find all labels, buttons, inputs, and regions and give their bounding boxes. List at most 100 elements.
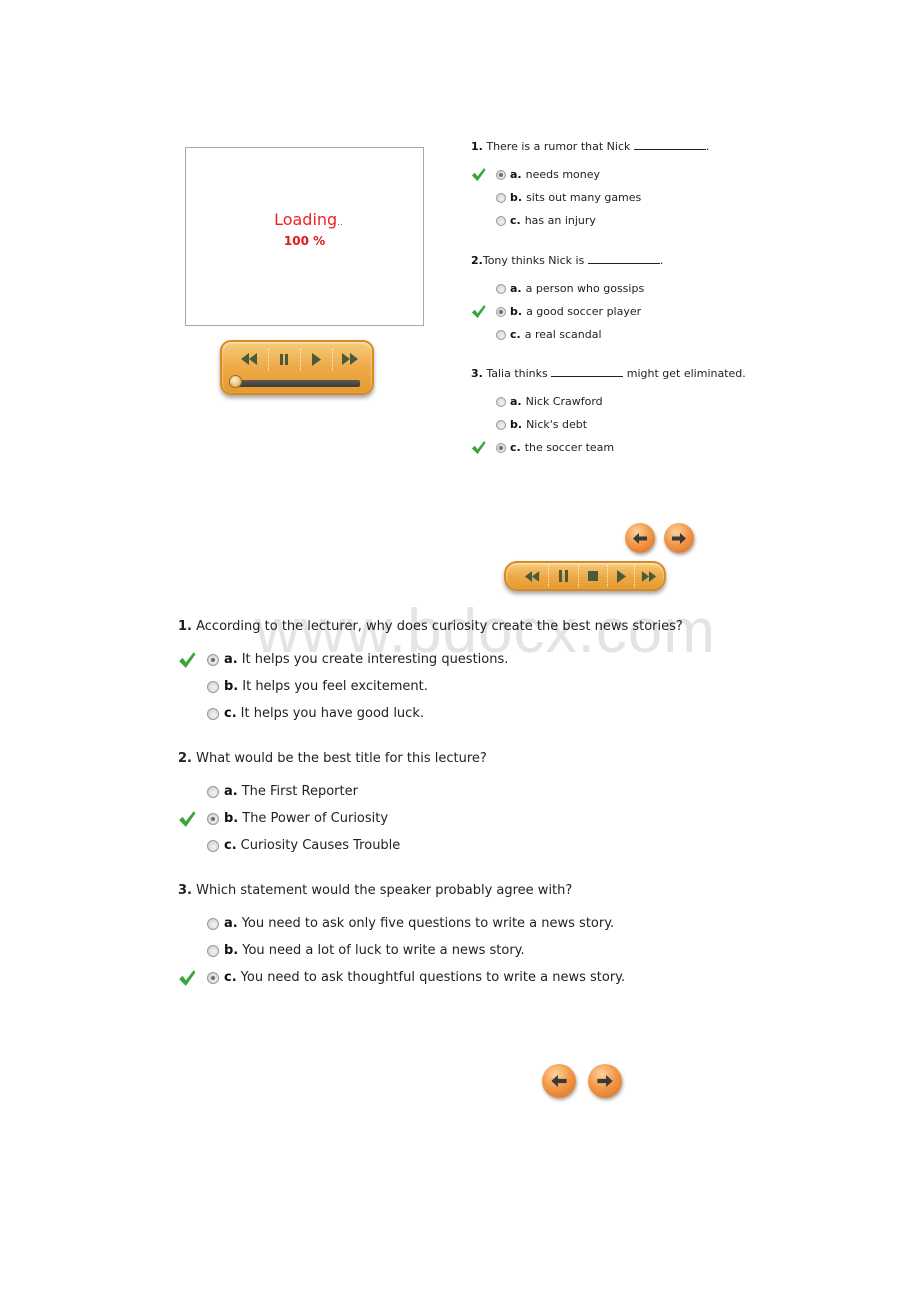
play-button[interactable]: [304, 348, 328, 370]
option-text: the soccer team: [524, 441, 615, 454]
option-text: It helps you feel excitement.: [242, 679, 428, 694]
option-letter: c.: [224, 970, 237, 985]
radio-button[interactable]: [207, 917, 219, 930]
option-text: a good soccer player: [526, 305, 642, 318]
media-player-1: [220, 340, 374, 395]
option-letter: b.: [224, 811, 239, 826]
prev-button[interactable]: [625, 523, 655, 553]
radio-button[interactable]: [207, 653, 219, 666]
play-icon: [311, 352, 321, 366]
rewind-button[interactable]: [516, 565, 548, 587]
question-stem: According to the lecturer, why does curi…: [196, 619, 683, 634]
option-text: sits out many games: [526, 191, 642, 204]
separator: [268, 349, 269, 371]
answer-option[interactable]: b. It helps you feel excitement.: [207, 679, 428, 694]
option-letter: a.: [224, 916, 238, 931]
option-text: a real scandal: [524, 328, 602, 341]
radio-button[interactable]: [496, 306, 506, 317]
option-text: Nick's debt: [526, 418, 588, 431]
answer-option[interactable]: c. It helps you have good luck.: [207, 706, 424, 721]
radio-button[interactable]: [207, 812, 219, 825]
option-text: You need to ask only five questions to w…: [241, 916, 615, 931]
pause-button[interactable]: [549, 565, 577, 587]
answer-option[interactable]: a. It helps you create interesting questi…: [207, 652, 508, 667]
answer-option[interactable]: c. You need to ask thoughtful questions t…: [207, 970, 625, 985]
fast-forward-button[interactable]: [635, 565, 663, 587]
question-number: 1.: [178, 619, 192, 634]
answer-option[interactable]: a. The First Reporter: [207, 784, 358, 799]
answer-option[interactable]: b. a good soccer player: [496, 305, 641, 318]
answer-option[interactable]: b. You need a lot of luck to write a news…: [207, 943, 525, 958]
stop-button[interactable]: [579, 565, 607, 587]
option-letter: b.: [224, 943, 239, 958]
fast-forward-button[interactable]: [335, 348, 365, 370]
play-icon: [616, 569, 626, 583]
video-panel: Loading.. 100 %: [185, 147, 424, 326]
play-button[interactable]: [608, 565, 634, 587]
question-stem: Talia thinks: [486, 367, 548, 380]
question-number: 2.: [178, 751, 192, 766]
option-text: You need to ask thoughtful questions to …: [240, 970, 626, 985]
radio-button[interactable]: [496, 396, 506, 407]
correct-check-icon: [471, 304, 486, 323]
question-stem-end: .: [659, 254, 664, 267]
answer-option[interactable]: b. The Power of Curiosity: [207, 811, 388, 826]
answer-option[interactable]: c. the soccer team: [496, 441, 614, 454]
correct-check-icon: [178, 810, 196, 832]
answer-option[interactable]: c. Curiosity Causes Trouble: [207, 838, 400, 853]
answer-option[interactable]: a. Nick Crawford: [496, 395, 603, 408]
radio-button[interactable]: [496, 192, 506, 203]
arrow-right-icon: [672, 532, 686, 544]
question-text: 3. Talia thinks might get eliminated.: [471, 367, 746, 380]
stop-icon: [588, 571, 598, 581]
radio-button[interactable]: [496, 215, 506, 226]
answer-option[interactable]: c. has an injury: [496, 214, 596, 227]
radio-button[interactable]: [496, 329, 506, 340]
prev-button[interactable]: [542, 1064, 576, 1098]
answer-option[interactable]: a. needs money: [496, 168, 600, 181]
correct-check-icon: [471, 440, 486, 459]
next-button[interactable]: [588, 1064, 622, 1098]
radio-button[interactable]: [207, 785, 219, 798]
answer-option[interactable]: a. a person who gossips: [496, 282, 644, 295]
radio-button[interactable]: [207, 839, 219, 852]
seek-handle[interactable]: [229, 375, 242, 388]
radio-button[interactable]: [496, 169, 506, 180]
option-letter: a.: [224, 784, 238, 799]
answer-option[interactable]: b. sits out many games: [496, 191, 641, 204]
radio-button[interactable]: [496, 419, 506, 430]
correct-check-icon: [178, 651, 196, 673]
separator: [332, 349, 333, 371]
radio-button[interactable]: [207, 971, 219, 984]
option-letter: b.: [510, 418, 523, 431]
fast-forward-icon: [342, 353, 358, 365]
loading-label: Loading..: [186, 210, 423, 229]
option-letter: c.: [224, 706, 237, 721]
answer-blank: [551, 367, 624, 377]
fast-forward-icon: [641, 570, 657, 582]
correct-check-icon: [471, 167, 486, 186]
correct-check-icon: [178, 969, 196, 991]
radio-button[interactable]: [207, 944, 219, 957]
pause-button[interactable]: [272, 348, 296, 370]
option-text: The First Reporter: [241, 784, 358, 799]
separator: [300, 349, 301, 371]
radio-button[interactable]: [207, 680, 219, 693]
option-letter: c.: [510, 328, 521, 341]
answer-option[interactable]: b. Nick's debt: [496, 418, 587, 431]
radio-button[interactable]: [496, 283, 506, 294]
rewind-icon: [241, 353, 257, 365]
answer-option[interactable]: a. You need to ask only five questions to…: [207, 916, 614, 931]
radio-button[interactable]: [496, 442, 506, 453]
radio-button[interactable]: [207, 707, 219, 720]
seek-bar[interactable]: [236, 380, 360, 387]
answer-option[interactable]: c. a real scandal: [496, 328, 602, 341]
media-player-2: [504, 561, 666, 591]
option-letter: a.: [510, 282, 522, 295]
option-text: The Power of Curiosity: [242, 811, 389, 826]
option-letter: c.: [510, 441, 521, 454]
option-letter: c.: [224, 838, 237, 853]
rewind-button[interactable]: [234, 348, 264, 370]
next-button[interactable]: [664, 523, 694, 553]
question-stem-end: might get eliminated.: [626, 367, 746, 380]
